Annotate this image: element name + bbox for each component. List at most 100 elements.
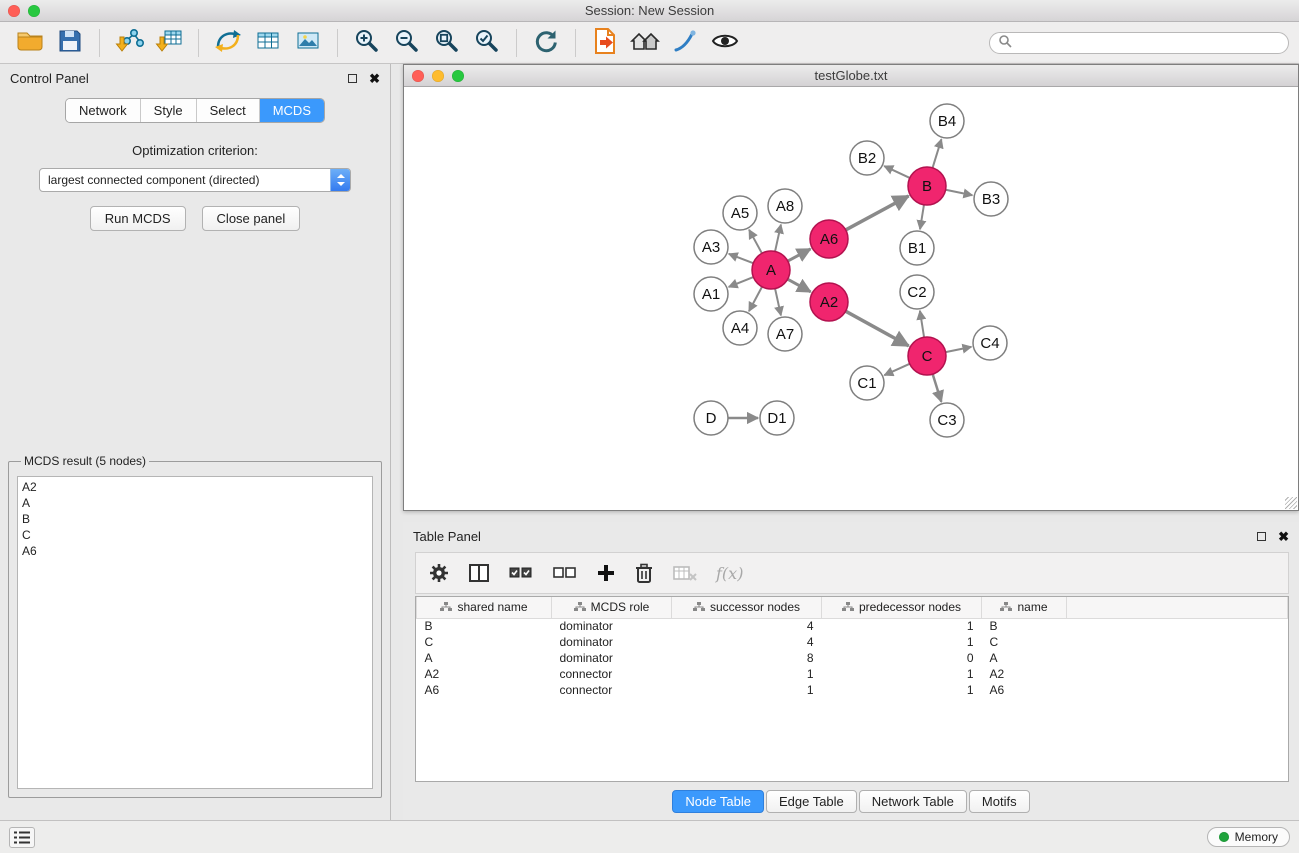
- tab-network[interactable]: Network: [66, 99, 140, 122]
- mcds-result-item[interactable]: A2: [22, 479, 368, 495]
- table-cell[interactable]: 0: [822, 650, 982, 666]
- run-mcds-button[interactable]: Run MCDS: [90, 206, 186, 231]
- function-builder-button[interactable]: f(x): [716, 564, 743, 583]
- table-cell[interactable]: connector: [552, 682, 672, 698]
- table-cell[interactable]: connector: [552, 666, 672, 682]
- graph-edge-A-A4[interactable]: [749, 287, 762, 311]
- graph-node-A6[interactable]: [810, 220, 848, 258]
- delete-column-button[interactable]: [634, 562, 654, 584]
- graph-node-C2[interactable]: [900, 275, 934, 309]
- column-header-successor-nodes[interactable]: successor nodes: [672, 597, 822, 618]
- graph-edge-A-A2[interactable]: [788, 279, 811, 292]
- table-cell[interactable]: C: [417, 634, 552, 650]
- close-panel-icon[interactable]: ✖: [369, 72, 380, 85]
- graph-edge-A-A7[interactable]: [775, 289, 781, 316]
- network-canvas[interactable]: B4B2BB3A5A8A6B1A3AC2A1A2A4A7C4CC1C3DD1: [404, 87, 1298, 510]
- graph-edge-A-A1[interactable]: [729, 277, 754, 287]
- column-header-name[interactable]: name: [982, 597, 1067, 618]
- table-settings-button[interactable]: [428, 562, 450, 584]
- table-cell[interactable]: A2: [982, 666, 1067, 682]
- close-panel-button[interactable]: Close panel: [202, 206, 301, 231]
- close-table-panel-icon[interactable]: ✖: [1278, 530, 1289, 543]
- graph-edge-A2-C[interactable]: [846, 311, 909, 346]
- zoom-network-window-button[interactable]: [452, 70, 464, 82]
- optimization-criterion-select[interactable]: largest connected component (directed): [39, 168, 351, 192]
- save-session-button[interactable]: [50, 26, 90, 60]
- tab-style[interactable]: Style: [140, 99, 196, 122]
- tab-network-table[interactable]: Network Table: [859, 790, 967, 813]
- graph-node-B2[interactable]: [850, 141, 884, 175]
- graph-node-A8[interactable]: [768, 189, 802, 223]
- show-columns-button[interactable]: [468, 563, 490, 583]
- table-cell[interactable]: A: [982, 650, 1067, 666]
- deselect-all-rows-button[interactable]: [552, 563, 578, 583]
- search-field[interactable]: [989, 32, 1289, 54]
- resize-handle[interactable]: [1285, 497, 1297, 509]
- graph-node-C4[interactable]: [973, 326, 1007, 360]
- new-table-button[interactable]: [248, 26, 288, 60]
- graph-node-D[interactable]: [694, 401, 728, 435]
- mcds-result-item[interactable]: C: [22, 527, 368, 543]
- close-window-button[interactable]: [8, 5, 20, 17]
- graph-edge-B-B3[interactable]: [946, 190, 973, 195]
- minimize-network-window-button[interactable]: [432, 70, 444, 82]
- zoom-out-button[interactable]: [387, 26, 427, 60]
- export-image-button[interactable]: [288, 26, 328, 60]
- graph-edge-A-A6[interactable]: [788, 249, 811, 261]
- graph-edge-C-C3[interactable]: [933, 374, 942, 402]
- table-cell[interactable]: B: [417, 618, 552, 634]
- open-session-button[interactable]: [10, 26, 50, 60]
- table-cell[interactable]: A6: [982, 682, 1067, 698]
- table-cell[interactable]: dominator: [552, 650, 672, 666]
- zoom-fit-button[interactable]: [427, 26, 467, 60]
- table-cell[interactable]: C: [982, 634, 1067, 650]
- tab-select[interactable]: Select: [196, 99, 259, 122]
- graph-node-C[interactable]: [908, 337, 946, 375]
- table-row[interactable]: A6connector11A6: [417, 682, 1288, 698]
- open-recent-session-button[interactable]: [585, 26, 625, 60]
- graph-node-A[interactable]: [752, 251, 790, 289]
- import-table-button[interactable]: [149, 26, 189, 60]
- graph-node-A2[interactable]: [810, 283, 848, 321]
- graph-node-B4[interactable]: [930, 104, 964, 138]
- tab-node-table[interactable]: Node Table: [672, 790, 764, 813]
- table-cell[interactable]: 1: [822, 634, 982, 650]
- table-cell[interactable]: 1: [672, 682, 822, 698]
- show-hide-details-button[interactable]: [705, 26, 745, 60]
- graph-edge-C-C4[interactable]: [946, 347, 972, 352]
- graph-node-C3[interactable]: [930, 403, 964, 437]
- tab-edge-table[interactable]: Edge Table: [766, 790, 857, 813]
- select-all-rows-button[interactable]: [508, 563, 534, 583]
- graph-node-A4[interactable]: [723, 311, 757, 345]
- table-cell[interactable]: 1: [822, 682, 982, 698]
- mcds-result-list[interactable]: A2ABCA6: [17, 476, 373, 789]
- table-row[interactable]: Bdominator41B: [417, 618, 1288, 634]
- add-column-button[interactable]: [596, 563, 616, 583]
- table-cell[interactable]: 1: [822, 618, 982, 634]
- graph-node-C1[interactable]: [850, 366, 884, 400]
- table-cell[interactable]: 8: [672, 650, 822, 666]
- import-network-button[interactable]: [109, 26, 149, 60]
- graph-node-A3[interactable]: [694, 230, 728, 264]
- table-cell[interactable]: A6: [417, 682, 552, 698]
- column-header-mcds-role[interactable]: MCDS role: [552, 597, 672, 618]
- graph-node-A1[interactable]: [694, 277, 728, 311]
- graph-edge-C-C1[interactable]: [884, 364, 909, 375]
- mcds-result-item[interactable]: B: [22, 511, 368, 527]
- graph-node-B[interactable]: [908, 167, 946, 205]
- table-row[interactable]: Cdominator41C: [417, 634, 1288, 650]
- mcds-result-item[interactable]: A6: [22, 543, 368, 559]
- tab-mcds[interactable]: MCDS: [259, 99, 324, 122]
- search-input[interactable]: [1017, 36, 1280, 50]
- graph-edge-A6-B[interactable]: [846, 196, 909, 230]
- graph-node-B1[interactable]: [900, 231, 934, 265]
- graph-node-A7[interactable]: [768, 317, 802, 351]
- graph-edge-B-B1[interactable]: [920, 205, 924, 229]
- show-network-overview-button[interactable]: [625, 26, 665, 60]
- table-cell[interactable]: B: [982, 618, 1067, 634]
- memory-button[interactable]: Memory: [1207, 827, 1290, 847]
- graph-edge-B-B4[interactable]: [933, 139, 942, 168]
- table-cell[interactable]: 1: [672, 666, 822, 682]
- table-cell[interactable]: 4: [672, 618, 822, 634]
- graph-edge-C-C2[interactable]: [920, 311, 924, 337]
